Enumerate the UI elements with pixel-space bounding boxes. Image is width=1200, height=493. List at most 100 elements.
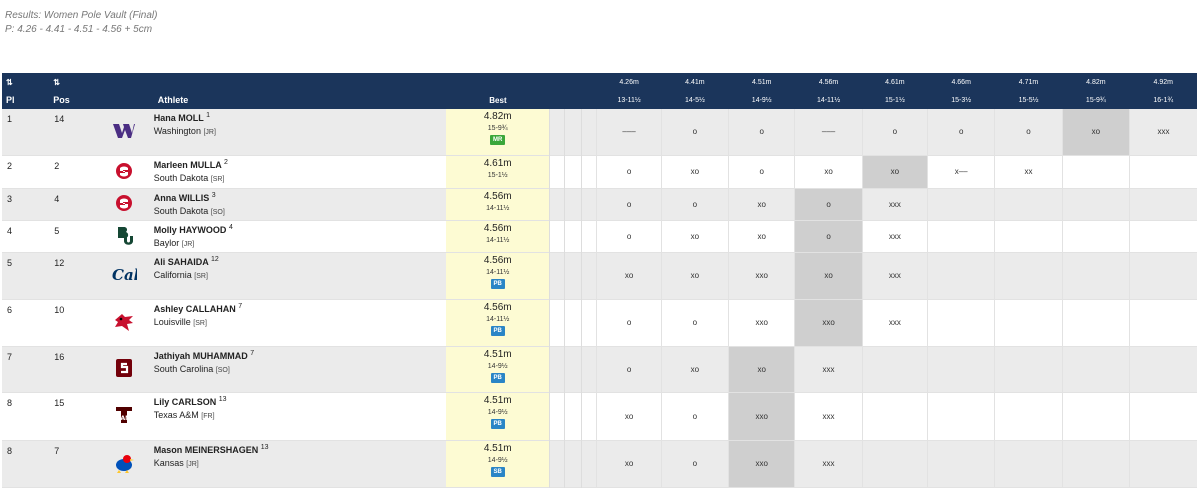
athlete-superscript: 1 — [206, 112, 211, 119]
team-name[interactable]: Kansas — [154, 458, 184, 468]
result-row: 5 12 Cal Ali SAHAIDA 12 California [SR] 4.56m… — [2, 252, 1197, 299]
texas-am-logo: AM — [114, 405, 134, 427]
sort-pl-icon[interactable]: ⇅ — [2, 73, 49, 91]
record-badge: PB — [490, 372, 505, 383]
position-cell: 7 — [54, 445, 60, 456]
page-title: Results: Women Pole Vault (Final) — [5, 10, 158, 21]
place-cell: 5 — [7, 257, 13, 268]
attempt-cell: o — [596, 155, 662, 188]
team-name[interactable]: Texas A&M — [154, 410, 199, 420]
attempt-cell: ––– — [794, 109, 863, 155]
team-name[interactable]: Baylor — [154, 238, 180, 248]
attempt-cell: xxo — [728, 440, 795, 487]
height-col-3: 4.51m — [751, 78, 772, 86]
attempt-cell: xo — [728, 188, 795, 220]
best-mark-imperial: 15-9¾ — [487, 125, 508, 132]
team-name[interactable]: South Carolina — [154, 364, 214, 374]
athlete-name[interactable]: Hana MOLL — [154, 113, 204, 123]
attempt-cell — [1061, 188, 1130, 220]
position-cell: 16 — [54, 351, 65, 362]
attempt-cell: o — [596, 346, 662, 392]
place-cell: 3 — [7, 193, 13, 204]
best-mark-imperial: 14-9½ — [487, 362, 508, 370]
team-name[interactable]: South Dakota — [154, 206, 209, 216]
athlete-name[interactable]: Mason MEINERSHAGEN — [154, 445, 259, 455]
height-col-8: 4.82m — [1086, 78, 1106, 86]
sort-pos-icon[interactable]: ⇅ — [49, 73, 93, 91]
col-header-pos[interactable]: Pos — [49, 91, 93, 109]
position-cell: 10 — [54, 304, 65, 315]
attempt-cell: xo — [794, 252, 863, 299]
attempt-cell: xxx — [861, 252, 928, 299]
attempt-cell: xxx — [794, 392, 863, 440]
attempt-cell: o — [596, 220, 662, 252]
place-cell: 8 — [7, 397, 13, 408]
south-dakota-logo — [115, 161, 133, 183]
south-carolina-logo — [115, 358, 133, 380]
height-imp-2: 14-5½ — [684, 96, 705, 104]
attempt-cell — [1129, 392, 1197, 440]
attempt-cell — [1129, 188, 1197, 220]
athlete-superscript: 4 — [228, 223, 233, 231]
athlete-superscript: 12 — [210, 255, 219, 263]
class-year: [JR] — [181, 240, 195, 248]
height-imp-4: 14-11½ — [816, 96, 841, 104]
attempt-cell — [861, 440, 928, 487]
attempt-cell: xo — [1061, 109, 1130, 155]
attempt-cell: x–– — [927, 155, 995, 188]
attempt-cell — [1129, 440, 1197, 487]
attempt-cell: o — [728, 109, 795, 155]
attempt-cell — [1129, 220, 1197, 252]
attempt-cell: xo — [794, 155, 863, 188]
class-year: [JR] — [186, 460, 199, 468]
attempt-cell: xxx — [1129, 109, 1197, 155]
attempt-cell — [927, 252, 995, 299]
best-mark-imperial: 14-11½ — [486, 315, 510, 323]
attempt-cell — [1129, 299, 1197, 346]
place-cell: 6 — [7, 304, 13, 315]
attempt-cell: o — [994, 109, 1063, 155]
best-mark: 4.61m — [483, 157, 512, 169]
heights-progression: P: 4.26 - 4.41 - 4.51 - 4.56 + 5cm — [5, 24, 153, 35]
record-badge: PB — [490, 325, 505, 336]
best-mark-imperial: 14-9½ — [487, 408, 508, 416]
athlete-name[interactable]: Marleen MULLA — [154, 160, 222, 170]
position-cell: 15 — [54, 397, 65, 408]
team-name[interactable]: California — [154, 270, 192, 280]
washington-logo — [112, 122, 135, 142]
position-cell: 12 — [54, 257, 65, 268]
athlete-superscript: 2 — [223, 158, 228, 166]
attempt-cell — [1129, 252, 1197, 299]
team-name[interactable]: South Dakota — [154, 173, 209, 183]
attempt-cell: ––– — [596, 109, 662, 155]
result-row: 4 5 Molly HAYWOOD 4 Baylor [JR] 4.56m 14-11½ o… — [2, 220, 1197, 252]
attempt-cell: o — [794, 188, 863, 220]
attempt-cell: o — [927, 109, 995, 155]
height-imp-1: 13-11½ — [617, 96, 641, 104]
athlete-name[interactable]: Jathiyah MUHAMMAD — [154, 351, 248, 361]
athlete-name[interactable]: Anna WILLIS — [154, 193, 210, 203]
athlete-name[interactable]: Lily CARLSON — [154, 397, 217, 407]
attempt-cell — [994, 346, 1063, 392]
team-name[interactable]: Washington — [154, 126, 201, 136]
athlete-name[interactable]: Molly HAYWOOD — [154, 225, 227, 235]
class-year: [SO] — [215, 366, 230, 374]
height-col-4: 4.56m — [818, 78, 839, 86]
col-header-pl[interactable]: Pl — [2, 91, 49, 109]
height-imp-8: 15-9¾ — [1085, 96, 1106, 104]
height-col-1: 4.26m — [619, 78, 639, 86]
place-cell: 2 — [7, 160, 13, 171]
place-cell: 1 — [7, 114, 13, 124]
attempt-cell — [994, 299, 1063, 346]
best-mark: 4.56m — [483, 222, 512, 234]
attempt-cell: xo — [660, 346, 729, 392]
athlete-name[interactable]: Ali SAHAIDA — [154, 257, 209, 267]
best-mark: 4.51m — [483, 394, 512, 406]
position-cell: 5 — [54, 225, 60, 236]
attempt-cell: xo — [861, 155, 928, 188]
best-mark: 4.82m — [483, 111, 512, 122]
team-name[interactable]: Louisville — [154, 317, 191, 327]
athlete-name[interactable]: Ashley CALLAHAN — [154, 304, 236, 314]
athlete-superscript: 13 — [260, 443, 269, 451]
best-mark-imperial: 14-11½ — [486, 204, 510, 212]
